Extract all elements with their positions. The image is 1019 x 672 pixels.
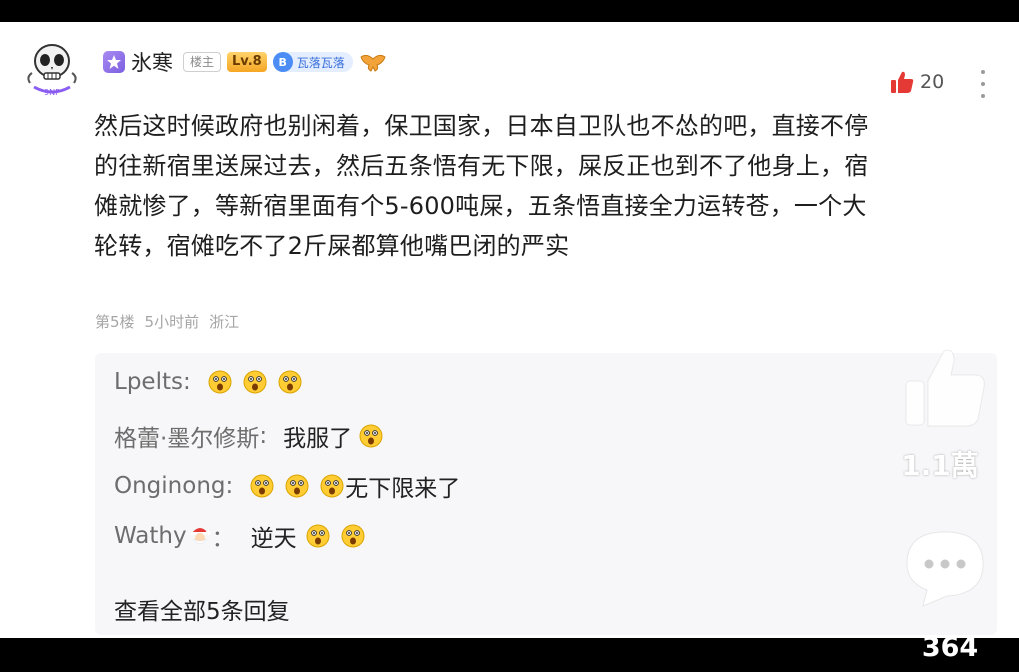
reply-author[interactable]: Onginong — [114, 473, 226, 499]
wings-icon — [360, 54, 386, 72]
bottom-black-bar — [0, 638, 1019, 672]
reply-separator: : — [225, 473, 234, 499]
speech-bubble-icon[interactable] — [903, 528, 987, 608]
comment-line: 的往新宿里送屎过去，然后五条悟有无下限，屎反正也到不了他身上，宿 — [94, 152, 869, 180]
video-comment-count: 364 — [921, 632, 979, 663]
reply-text: 我服了 — [283, 426, 353, 452]
post-location: 浙江 — [209, 313, 240, 331]
video-like-button[interactable] — [900, 343, 990, 433]
shocked-face-icon — [319, 473, 345, 499]
reply-item[interactable]: Lpelts : — [114, 369, 312, 395]
comment-line: 然后这时候政府也别闲着，保卫国家，日本自卫队也不怂的吧，直接不停 — [94, 112, 869, 140]
shocked-face-icon — [305, 523, 331, 549]
username-row: 氷寒 楼主 Lv.8 B 瓦落瓦落 — [103, 48, 387, 76]
reply-author[interactable]: 格蕾·墨尔修斯 — [114, 419, 259, 453]
shocked-face-icon — [249, 473, 275, 499]
skull-avatar-icon[interactable]: 9NP — [20, 37, 84, 101]
level-badge: Lv.8 — [227, 52, 267, 72]
shocked-face-icon — [242, 369, 268, 395]
view-all-replies-link[interactable]: 查看全部5条回复 — [114, 592, 290, 626]
comment-meta: 第5楼 5小时前 浙江 — [95, 311, 239, 332]
op-tag: 楼主 — [183, 52, 222, 72]
shocked-face-icon — [284, 473, 310, 499]
santa-icon — [190, 528, 211, 545]
replies-box[interactable]: Lpelts : 格蕾·墨尔修斯 : 我服了 Onginong : 无下限来了 … — [95, 353, 997, 635]
comment-line: 傩就惨了，等新宿里面有个5-600吨屎，五条悟直接全力运转苍，一个大 — [94, 192, 867, 220]
shocked-face-icon — [207, 369, 233, 395]
reply-text: 逆天 — [250, 526, 297, 552]
comment-card: 9NP 氷寒 楼主 Lv.8 B 瓦落瓦落 20 然后这时候政府也别闲着，保卫国… — [0, 22, 1019, 638]
fan-badge[interactable]: B 瓦落瓦落 — [272, 52, 353, 72]
shocked-face-icon — [277, 369, 303, 395]
reply-separator: : — [182, 369, 191, 395]
fan-badge-label: 瓦落瓦落 — [296, 55, 345, 70]
svg-text:9NP: 9NP — [44, 88, 60, 97]
top-black-bar — [0, 0, 1019, 22]
comment-body: 然后这时候政府也别闲着，保卫国家，日本自卫队也不怂的吧，直接不停 的往新宿里送屎… — [94, 106, 999, 266]
comment-like-count: 20 — [920, 71, 945, 93]
reply-text: 无下限来了 — [345, 476, 461, 502]
shocked-face-icon — [340, 523, 366, 549]
thumbs-up-icon — [891, 71, 914, 93]
comment-line: 轮转，宿傩吃不了2斤屎都算他嘴巴闭的严实 — [94, 232, 570, 260]
reply-author[interactable]: Wathy — [114, 523, 187, 549]
shocked-face-icon — [358, 423, 384, 449]
username[interactable]: 氷寒 — [131, 47, 173, 77]
post-time: 5小时前 — [144, 313, 200, 331]
video-like-count: 1.1萬 — [901, 449, 979, 482]
reply-item[interactable]: Onginong : 无下限来了 — [114, 469, 460, 503]
more-options-icon[interactable] — [978, 70, 988, 98]
star-icon — [103, 51, 125, 73]
reply-item[interactable]: 格蕾·墨尔修斯 : 我服了 — [114, 419, 393, 453]
floor-number: 第5楼 — [95, 313, 135, 331]
reply-author[interactable]: Lpelts — [114, 369, 183, 395]
comment-like-button[interactable]: 20 — [888, 68, 944, 96]
reply-separator: : — [259, 423, 268, 449]
fan-badge-icon: B — [272, 52, 293, 72]
reply-separator: ： — [211, 526, 235, 552]
reply-item[interactable]: Wathy ： 逆天 — [114, 519, 375, 553]
